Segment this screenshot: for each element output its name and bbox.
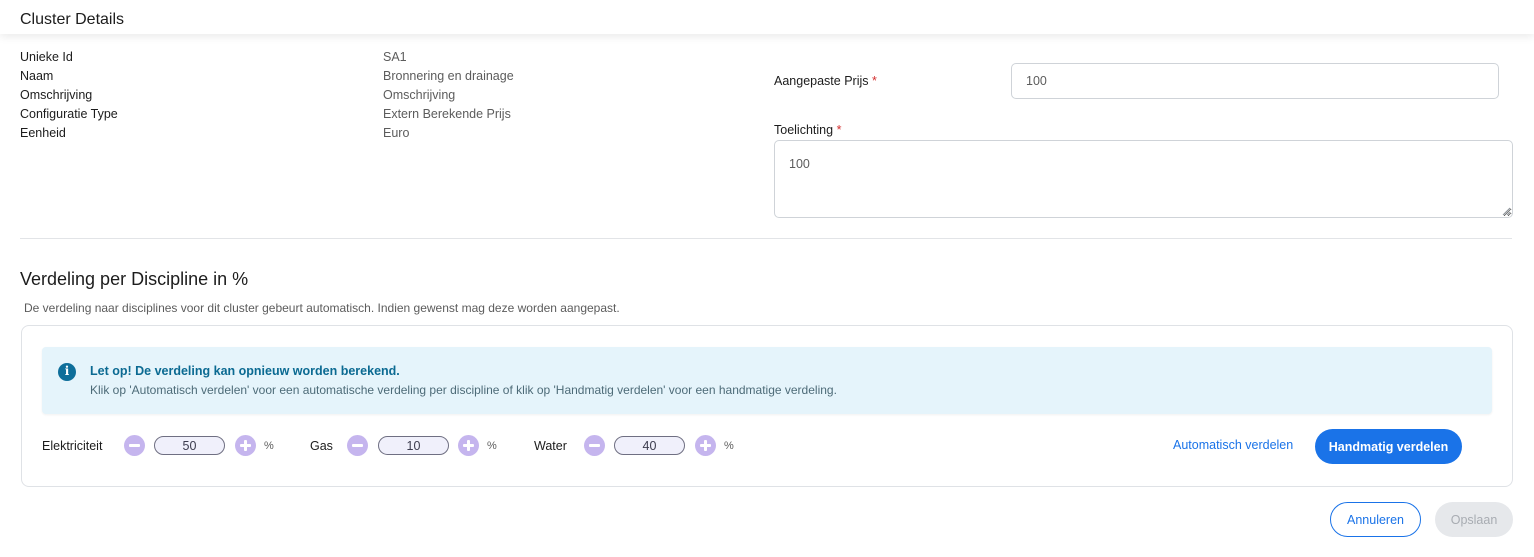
elektriciteit-percentage-input[interactable] xyxy=(154,436,225,455)
alert-title: Let op! De verdeling kan opnieuw worden … xyxy=(90,364,400,378)
price-label: Aangepaste Prijs * xyxy=(774,74,877,88)
save-button[interactable]: Opslaan xyxy=(1435,502,1513,537)
detail-label: Unieke Id xyxy=(20,50,73,64)
cancel-button[interactable]: Annuleren xyxy=(1330,502,1421,537)
price-label-text: Aangepaste Prijs xyxy=(774,74,869,88)
increment-water-button[interactable] xyxy=(695,435,716,456)
minus-icon xyxy=(352,444,363,447)
gas-percentage-input[interactable] xyxy=(378,436,449,455)
minus-icon xyxy=(589,444,600,447)
info-icon: i xyxy=(58,363,76,381)
top-bar: Cluster Details xyxy=(0,0,1534,34)
detail-label: Configuratie Type xyxy=(20,107,118,121)
notes-textarea[interactable]: 100 xyxy=(774,140,1513,218)
info-alert xyxy=(42,347,1492,414)
detail-value: Omschrijving xyxy=(383,88,456,102)
price-input[interactable] xyxy=(1011,63,1499,99)
minus-icon xyxy=(129,444,140,447)
increment-gas-button[interactable] xyxy=(458,435,479,456)
discipline-label-elektriciteit: Elektriciteit xyxy=(42,439,103,453)
decrement-water-button[interactable] xyxy=(584,435,605,456)
percent-unit: % xyxy=(264,440,274,452)
auto-distribute-button[interactable]: Automatisch verdelen xyxy=(1173,438,1293,452)
discipline-label-water: Water xyxy=(534,439,567,453)
detail-label: Naam xyxy=(20,69,54,83)
alert-text: Klik op 'Automatisch verdelen' voor een … xyxy=(90,383,837,397)
discipline-label-gas: Gas xyxy=(310,439,333,453)
detail-value: SA1 xyxy=(383,50,407,64)
section-divider xyxy=(20,238,1512,239)
required-asterisk: * xyxy=(872,74,877,88)
detail-label: Omschrijving xyxy=(20,88,93,102)
detail-label: Eenheid xyxy=(20,126,66,140)
water-percentage-input[interactable] xyxy=(614,436,685,455)
distribution-description: De verdeling naar disciplines voor dit c… xyxy=(24,301,620,315)
increment-elektriciteit-button[interactable] xyxy=(235,435,256,456)
notes-label: Toelichting * xyxy=(774,123,841,137)
detail-value: Euro xyxy=(383,126,410,140)
notes-label-text: Toelichting xyxy=(774,123,834,137)
decrement-elektriciteit-button[interactable] xyxy=(124,435,145,456)
page-title: Cluster Details xyxy=(20,11,125,28)
percent-unit: % xyxy=(724,440,734,452)
detail-value: Bronnering en drainage xyxy=(383,69,514,83)
decrement-gas-button[interactable] xyxy=(347,435,368,456)
resize-grip-icon[interactable] xyxy=(1502,207,1511,216)
distribution-title: Verdeling per Discipline in % xyxy=(20,269,249,289)
detail-value: Extern Berekende Prijs xyxy=(383,107,511,121)
required-asterisk: * xyxy=(836,123,842,137)
percent-unit: % xyxy=(487,440,497,452)
manual-distribute-button[interactable]: Handmatig verdelen xyxy=(1315,429,1462,464)
